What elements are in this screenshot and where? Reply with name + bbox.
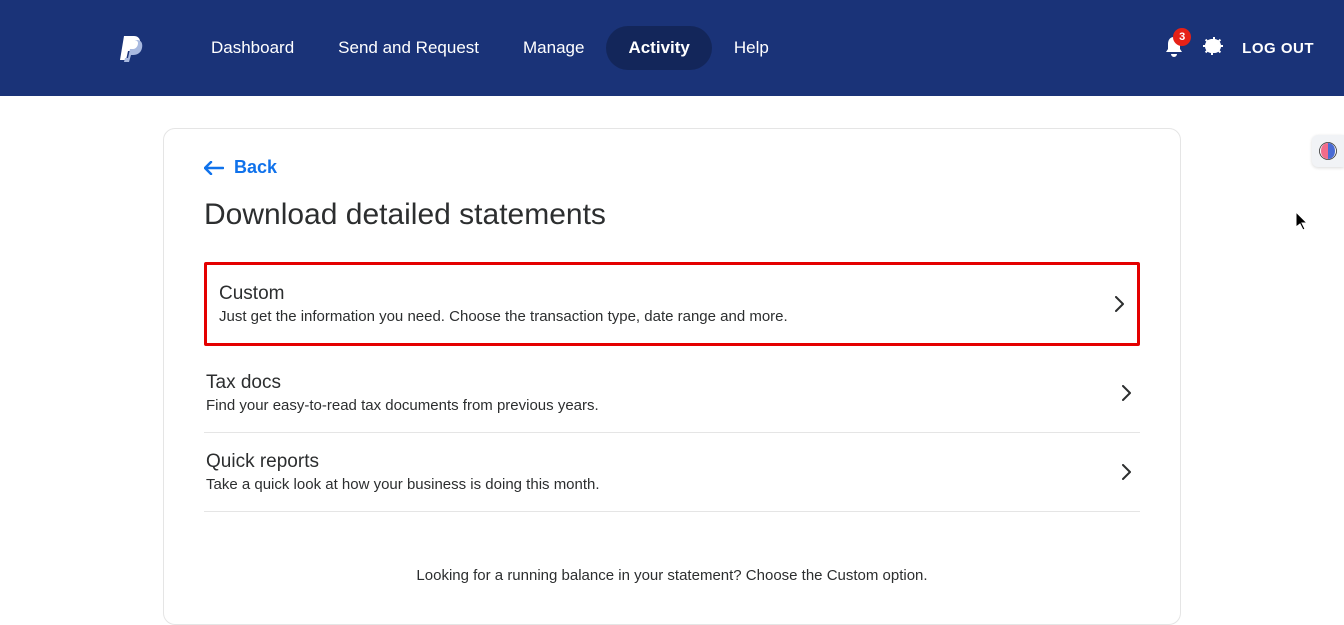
option-content: Quick reports Take a quick look at how y… [206,451,1122,493]
option-desc: Take a quick look at how your business i… [206,476,1122,493]
settings-button[interactable] [1202,35,1224,62]
nav-help[interactable]: Help [712,26,791,70]
notification-badge: 3 [1173,28,1191,46]
chevron-right-icon [1122,385,1132,401]
notifications-button[interactable]: 3 [1164,35,1184,62]
chevron-right-icon [1115,296,1125,312]
option-title: Quick reports [206,451,1122,473]
gear-icon [1202,35,1224,57]
option-content: Custom Just get the information you need… [219,283,1115,325]
chevron-right-icon [1122,464,1132,480]
option-desc: Find your easy-to-read tax documents fro… [206,397,1122,414]
option-quick-reports[interactable]: Quick reports Take a quick look at how y… [204,433,1140,512]
option-content: Tax docs Find your easy-to-read tax docu… [206,372,1122,414]
content-card: Back Download detailed statements Custom… [163,128,1181,625]
back-button[interactable]: Back [204,157,277,178]
nav-dashboard[interactable]: Dashboard [189,26,316,70]
option-tax-docs[interactable]: Tax docs Find your easy-to-read tax docu… [204,354,1140,433]
logout-button[interactable]: LOG OUT [1242,40,1314,57]
option-desc: Just get the information you need. Choos… [219,308,1115,325]
footer-hint: Looking for a running balance in your st… [204,567,1140,584]
option-custom[interactable]: Custom Just get the information you need… [204,262,1140,346]
option-title: Tax docs [206,372,1122,394]
paypal-logo[interactable] [120,34,144,62]
brain-icon [1318,141,1338,161]
main-header: Dashboard Send and Request Manage Activi… [0,0,1344,96]
nav-send-request[interactable]: Send and Request [316,26,501,70]
nav-activity[interactable]: Activity [606,26,711,70]
nav-manage[interactable]: Manage [501,26,606,70]
header-right: 3 LOG OUT [1164,35,1314,62]
option-title: Custom [219,283,1115,305]
page-title: Download detailed statements [204,198,1140,232]
side-widget-button[interactable] [1312,135,1344,167]
arrow-left-icon [204,161,224,175]
mouse-cursor [1296,212,1312,232]
back-label: Back [234,157,277,178]
main-nav: Dashboard Send and Request Manage Activi… [189,26,791,70]
